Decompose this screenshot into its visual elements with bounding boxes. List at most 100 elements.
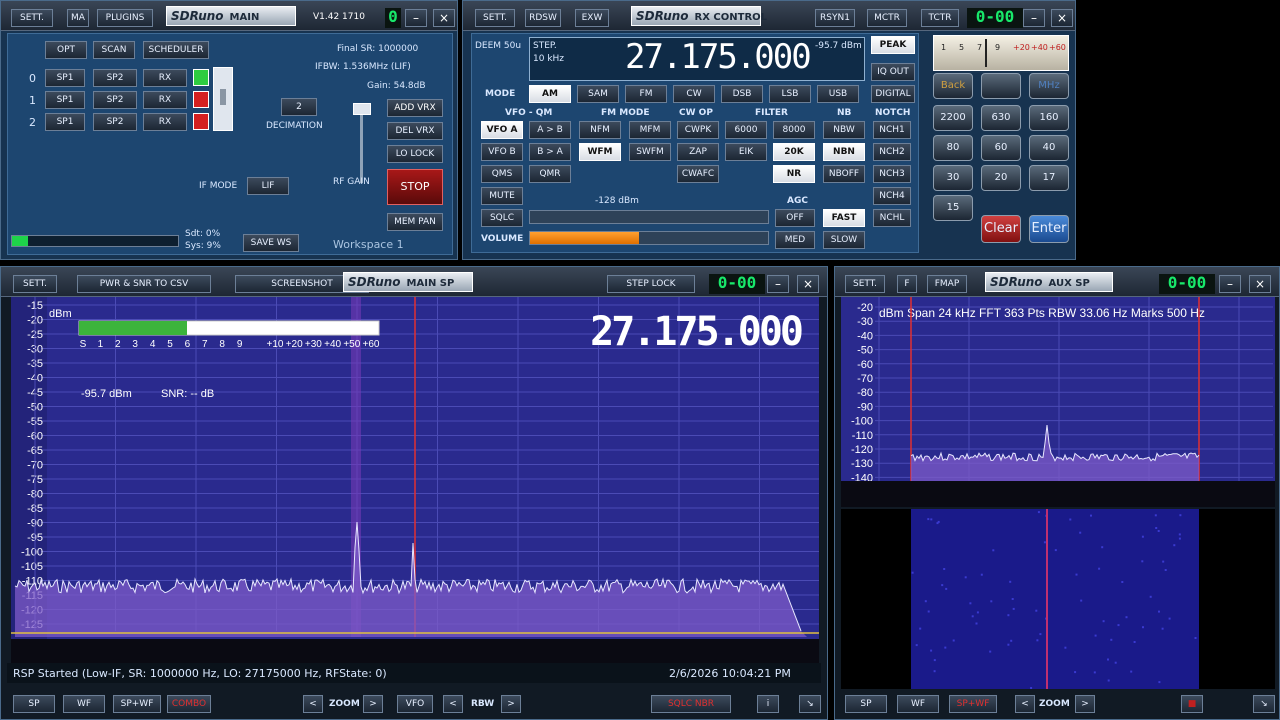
close-icon[interactable]: × <box>433 9 455 27</box>
add-vrx-button[interactable]: ADD VRX <box>387 99 443 117</box>
lo-lock-button[interactable]: LO LOCK <box>387 145 443 163</box>
sp2-button[interactable]: SP2 <box>93 69 137 87</box>
mainsp-spwf-button[interactable]: SP+WF <box>113 695 161 713</box>
rx-grid-button[interactable]: 6000 <box>725 121 767 139</box>
resize-icon[interactable]: ↘ <box>1253 695 1275 713</box>
step-lock-button[interactable]: STEP LOCK <box>607 275 695 293</box>
volume-slider[interactable] <box>529 231 769 245</box>
rx-grid-button[interactable]: A > B <box>529 121 571 139</box>
mode-button-usb[interactable]: USB <box>817 85 859 103</box>
vrx-status-led[interactable] <box>193 69 209 86</box>
minimize-icon[interactable]: – <box>1023 9 1045 27</box>
band-key[interactable]: 2200 <box>933 105 973 131</box>
close-icon[interactable]: × <box>1051 9 1073 27</box>
aux-sp-button[interactable]: SP <box>845 695 887 713</box>
nch4-button[interactable]: NCH4 <box>873 187 911 205</box>
rx-grid-button[interactable]: CWAFC <box>677 165 719 183</box>
rdsw-button[interactable]: RDSW <box>525 9 561 27</box>
rx-grid-button[interactable]: NBOFF <box>823 165 865 183</box>
digital-button[interactable]: DIGITAL <box>871 85 915 103</box>
func-key[interactable] <box>981 73 1021 99</box>
rx-grid-button[interactable]: 8000 <box>773 121 815 139</box>
minimize-icon[interactable]: – <box>1219 275 1241 293</box>
rx-grid-button[interactable]: EIK <box>725 143 767 161</box>
rbw-right-button[interactable]: > <box>501 695 521 713</box>
band-key[interactable]: 15 <box>933 195 973 221</box>
info-button[interactable]: i <box>757 695 779 713</box>
agc-fast-button[interactable]: FAST <box>823 209 865 227</box>
stop-button[interactable]: STOP <box>387 169 443 205</box>
rx-grid-button[interactable]: VFO B <box>481 143 523 161</box>
aux-zoom-left-button[interactable]: < <box>1015 695 1035 713</box>
mainsp-wf-button[interactable]: WF <box>63 695 105 713</box>
band-key[interactable]: 160 <box>1029 105 1069 131</box>
exw-button[interactable]: EXW <box>575 9 609 27</box>
decimation-value[interactable]: 2 <box>281 98 317 116</box>
rx-grid-button[interactable]: QMR <box>529 165 571 183</box>
mainsp-sett-button[interactable]: SETT. <box>13 275 57 293</box>
rx-grid-button[interactable]: NCH1 <box>873 121 911 139</box>
plugins-button[interactable]: PLUGINS <box>97 9 153 27</box>
save-ws-button[interactable]: SAVE WS <box>243 234 299 252</box>
band-key[interactable]: 630 <box>981 105 1021 131</box>
mem-pan-button[interactable]: MEM PAN <box>387 213 443 231</box>
scan-button[interactable]: SCAN <box>93 41 135 59</box>
mainsp-sp-button[interactable]: SP <box>13 695 55 713</box>
minimize-icon[interactable]: – <box>405 9 427 27</box>
opt-button[interactable]: OPT <box>45 41 87 59</box>
rx-grid-button[interactable]: VFO A <box>481 121 523 139</box>
lo-slider-icon[interactable] <box>353 103 371 115</box>
enter-key[interactable]: Enter <box>1029 215 1069 243</box>
rx-grid-button[interactable]: NCH2 <box>873 143 911 161</box>
aux-f-button[interactable]: F <box>897 275 917 293</box>
iq-out-button[interactable]: IQ OUT <box>871 63 915 81</box>
band-key[interactable]: 17 <box>1029 165 1069 191</box>
mode-button-cw[interactable]: CW <box>673 85 715 103</box>
main-sett-button[interactable]: SETT. <box>11 9 53 27</box>
vrx-status-led[interactable] <box>193 91 209 108</box>
aux-wf-button[interactable]: WF <box>897 695 939 713</box>
rx-button[interactable]: RX <box>143 113 187 131</box>
mode-button-am[interactable]: AM <box>529 85 571 103</box>
band-key[interactable]: 40 <box>1029 135 1069 161</box>
sp2-button[interactable]: SP2 <box>93 113 137 131</box>
aux-spectrum[interactable]: -20 -30 -40 -50 -60 -70 -80 -90 -100 -110 -120 -130… <box>835 297 1279 689</box>
rx-grid-button[interactable]: CWPK <box>677 121 719 139</box>
minimize-icon[interactable]: – <box>767 275 789 293</box>
zoom-left-button[interactable]: < <box>303 695 323 713</box>
sp1-button[interactable]: SP1 <box>45 69 85 87</box>
peak-button[interactable]: PEAK <box>871 36 915 54</box>
lo-slider-track[interactable] <box>360 115 363 183</box>
mode-button-sam[interactable]: SAM <box>577 85 619 103</box>
zoom-right-button[interactable]: > <box>363 695 383 713</box>
tctr-button[interactable]: TCTR <box>921 9 959 27</box>
main-spectrum[interactable]: -15-20-25-30-35-40-45-50-55-60-65-70-75-… <box>1 297 827 663</box>
squelch-slider[interactable] <box>529 210 769 224</box>
ma-button[interactable]: MA <box>67 9 89 27</box>
mhz-key[interactable]: MHz <box>1029 73 1069 99</box>
band-key[interactable]: 60 <box>981 135 1021 161</box>
close-icon[interactable]: × <box>1249 275 1271 293</box>
sp1-button[interactable]: SP1 <box>45 91 85 109</box>
rx-grid-button[interactable]: QMS <box>481 165 523 183</box>
rx-grid-button[interactable]: ZAP <box>677 143 719 161</box>
sp1-button[interactable]: SP1 <box>45 113 85 131</box>
aux-rec-button[interactable]: ■ <box>1181 695 1203 713</box>
mode-button-fm[interactable]: FM <box>625 85 667 103</box>
rx-button[interactable]: RX <box>143 91 187 109</box>
rx-grid-button[interactable]: NBW <box>823 121 865 139</box>
mctr-button[interactable]: MCTR <box>867 9 907 27</box>
sqlc-nbr-button[interactable]: SQLC NBR <box>651 695 731 713</box>
rx-grid-button[interactable]: NCH3 <box>873 165 911 183</box>
rx-sett-button[interactable]: SETT. <box>475 9 515 27</box>
close-icon[interactable]: × <box>797 275 819 293</box>
rx-grid-button[interactable]: SWFM <box>629 143 671 161</box>
rf-gain-slider-thumb[interactable] <box>220 89 226 105</box>
clear-key[interactable]: Clear <box>981 215 1021 243</box>
aux-sett-button[interactable]: SETT. <box>845 275 885 293</box>
rx-frequency[interactable]: 27.175.000 <box>625 37 812 77</box>
resize-icon[interactable]: ↘ <box>799 695 821 713</box>
aux-zoom-right-button[interactable]: > <box>1075 695 1095 713</box>
aux-spwf-button[interactable]: SP+WF <box>949 695 997 713</box>
del-vrx-button[interactable]: DEL VRX <box>387 122 443 140</box>
